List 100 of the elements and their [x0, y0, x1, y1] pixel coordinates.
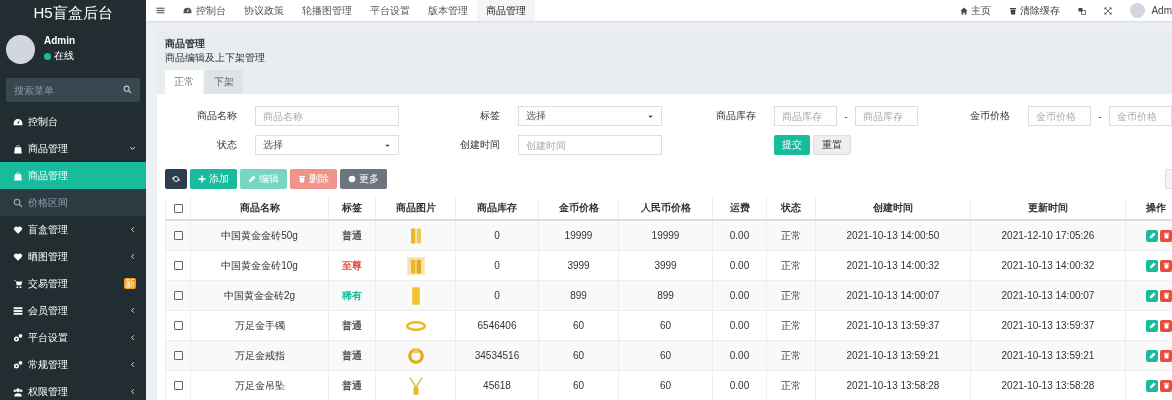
panel-tab[interactable]: 下架: [205, 70, 243, 94]
trash-icon: [298, 175, 306, 183]
trash-icon: [1162, 322, 1170, 330]
nav-tab[interactable]: 控制台: [174, 0, 235, 21]
delete-button[interactable]: [1160, 379, 1172, 392]
refresh-icon: [172, 175, 180, 183]
user-menu[interactable]: Adm: [1121, 0, 1172, 21]
range-to-field[interactable]: 金币价格: [1109, 106, 1172, 126]
edit-button[interactable]: [1146, 379, 1158, 392]
updated-time: 2021-10-13 13:59:21: [1001, 349, 1095, 361]
chevron-left-icon: [129, 334, 136, 341]
created-time: 2021-10-13 13:59:37: [846, 319, 940, 331]
range-from-field[interactable]: 金币价格: [1028, 106, 1091, 126]
trash-icon: [1162, 292, 1170, 300]
range-to-field[interactable]: 商品库存: [855, 106, 918, 126]
trash-icon: [1162, 352, 1170, 360]
fullscreen-icon: [1104, 6, 1113, 15]
rmb-price: 899: [657, 289, 674, 301]
row-checkbox[interactable]: [173, 231, 183, 241]
row-checkbox[interactable]: [173, 321, 183, 331]
edit-button[interactable]: [1146, 289, 1158, 302]
sidebar-item[interactable]: 晒图管理: [0, 243, 146, 270]
list-icon: [13, 305, 23, 316]
row-checkbox[interactable]: [173, 291, 183, 301]
clear-cache-link[interactable]: 清除缓存: [1000, 0, 1070, 21]
trash-icon: [1162, 262, 1170, 270]
pencil-icon: [1148, 292, 1156, 300]
edit-button[interactable]: [1146, 349, 1158, 362]
range-from-field[interactable]: 商品库存: [774, 106, 837, 126]
sidebar-item[interactable]: 常规管理: [0, 351, 146, 378]
users-icon: [13, 386, 23, 397]
delete-button[interactable]: [1160, 289, 1172, 302]
sidebar-item[interactable]: 交易管理 新: [0, 270, 146, 297]
freight-value: 0.00: [729, 349, 750, 361]
sidebar-item[interactable]: 会员管理: [0, 297, 146, 324]
sidebar-item[interactable]: 权限管理: [0, 378, 146, 400]
delete-button[interactable]: [1160, 259, 1172, 272]
chevron-left-icon: [129, 361, 136, 368]
more-button[interactable]: 更多: [340, 169, 387, 189]
delete-button[interactable]: [1160, 319, 1172, 332]
edit-button[interactable]: [1146, 319, 1158, 332]
stock-value: 0: [494, 259, 500, 271]
user-status: 在线: [54, 49, 74, 63]
select-dropdown[interactable]: 选择: [255, 135, 399, 155]
nav-tab[interactable]: 协议政策: [235, 0, 293, 21]
row-checkbox[interactable]: [173, 261, 183, 271]
stock-value: 0: [494, 289, 500, 301]
stock-value: 6546406: [477, 319, 517, 331]
menu-search-field[interactable]: 搜索菜单: [6, 78, 140, 102]
text-field[interactable]: 创建时间: [518, 135, 662, 155]
range-separator: -: [843, 110, 849, 122]
reset-button[interactable]: 重置: [813, 135, 851, 155]
gauge-icon: [183, 6, 192, 15]
status-text: 正常: [781, 379, 801, 391]
sidebar-item[interactable]: 控制台: [0, 108, 146, 135]
shopping-bag-icon: [13, 170, 23, 181]
delete-button[interactable]: [1160, 229, 1172, 242]
heart-icon: [13, 224, 23, 235]
home-link[interactable]: 主页: [951, 0, 1001, 21]
product-tag: 普通: [342, 319, 362, 331]
nav-tab[interactable]: 商品管理: [477, 0, 535, 21]
nav-tab[interactable]: 轮播图管理: [293, 0, 361, 21]
nav-tab[interactable]: 平台设置: [361, 0, 419, 21]
panel-tab[interactable]: 正常: [165, 70, 203, 94]
select-dropdown[interactable]: 选择: [518, 106, 662, 126]
created-time: 2021-10-13 13:58:28: [846, 379, 940, 391]
pencil-icon: [248, 175, 256, 183]
nav-tab[interactable]: 版本管理: [419, 0, 477, 21]
trash-icon: [1162, 382, 1170, 390]
status-text: 正常: [781, 349, 801, 361]
gears-icon: [13, 332, 23, 343]
row-checkbox[interactable]: [173, 381, 183, 391]
coin-price: 19999: [564, 229, 593, 241]
filter-label: 商品名称: [196, 109, 237, 123]
coin-price: 60: [572, 379, 585, 391]
created-time: 2021-10-13 14:00:32: [846, 259, 940, 271]
edit-button[interactable]: [1146, 259, 1158, 272]
filter-label: 标签: [479, 109, 500, 123]
select-all-checkbox[interactable]: [173, 204, 183, 214]
freight-value: 0.00: [729, 319, 750, 331]
updated-time: 2021-10-13 14:00:32: [1001, 259, 1095, 271]
sidebar-item[interactable]: 价格区间: [0, 189, 146, 216]
product-name: 万足金吊坠: [234, 379, 285, 391]
refresh-button[interactable]: [165, 169, 187, 189]
edit-button[interactable]: [1146, 229, 1158, 242]
cart-icon: [13, 278, 23, 289]
gauge-icon: [13, 116, 23, 127]
text-field[interactable]: 商品名称: [255, 106, 399, 126]
sidebar-item[interactable]: 平台设置: [0, 324, 146, 351]
sidebar-item[interactable]: 商品管理: [0, 135, 146, 162]
stock-value: 45618: [483, 379, 511, 391]
status-text: 正常: [781, 319, 801, 331]
sidebar-item[interactable]: 盲盒管理: [0, 216, 146, 243]
product-tag: 普通: [342, 379, 362, 391]
rmb-price: 60: [659, 319, 672, 331]
pencil-icon: [1148, 322, 1156, 330]
row-checkbox[interactable]: [173, 351, 183, 361]
delete-button[interactable]: [1160, 349, 1172, 362]
pencil-icon: [1148, 382, 1156, 390]
rmb-price: 60: [659, 379, 672, 391]
